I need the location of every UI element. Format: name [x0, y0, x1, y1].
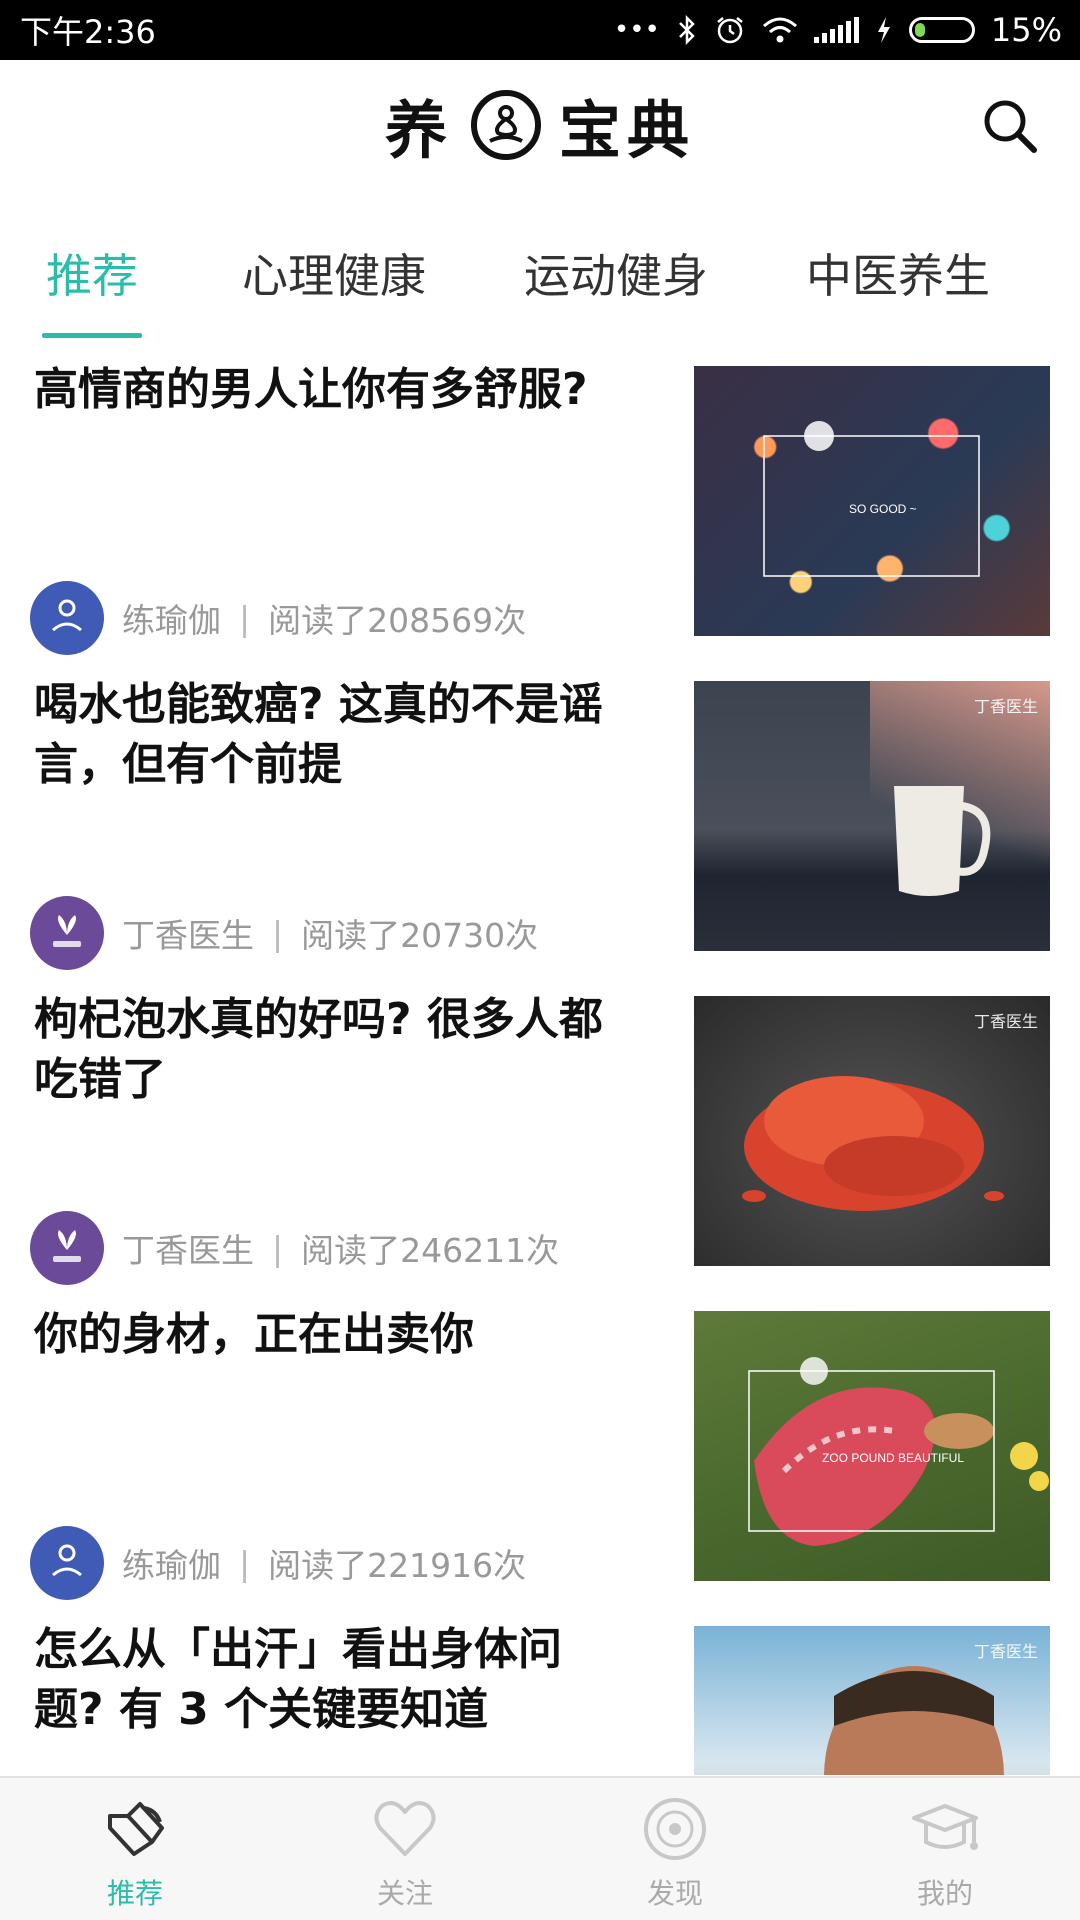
article-card[interactable]: 怎么从「出汗」看出身体问题? 有 3 个关键要知道 丁香医生: [0, 1610, 1080, 1775]
read-count: 阅读了246211次: [301, 1231, 560, 1270]
tab-fitness[interactable]: 运动健身: [524, 240, 708, 306]
avatar[interactable]: [30, 1526, 104, 1600]
logo-text-right: 宝典: [559, 94, 696, 167]
logo-meditation-icon: [471, 90, 541, 160]
status-time: 下午2:36: [20, 13, 156, 51]
yoga-logo-icon: [52, 599, 82, 632]
article-meta: 丁香医生 | 阅读了20730次: [30, 895, 538, 971]
avatar[interactable]: [30, 896, 104, 970]
search-button[interactable]: [980, 96, 1040, 156]
bluetooth-icon: [678, 15, 695, 45]
article-meta: 丁香医生 | 阅读了246211次: [30, 1210, 559, 1286]
read-count: 阅读了221916次: [268, 1546, 527, 1585]
read-count: 阅读了20730次: [301, 916, 539, 955]
article-meta: 练瑜伽 | 阅读了221916次: [30, 1525, 526, 1601]
logo-text-left: 养: [384, 94, 453, 167]
article-card[interactable]: 你的身材，正在出卖你 ZOO POUND BEAUTIFUL 练瑜伽 | 阅读了…: [0, 1295, 1080, 1610]
article-card[interactable]: 枸杞泡水真的好吗? 很多人都吃错了 丁香医生 丁香医生 | 阅读了246211次: [0, 980, 1080, 1295]
article-title[interactable]: 怎么从「出汗」看出身体问题? 有 3 个关键要知道: [34, 1620, 624, 1740]
battery-icon: [908, 17, 975, 43]
nav-label: 关注: [376, 1877, 433, 1910]
article-thumbnail[interactable]: 丁香医生: [694, 1626, 1050, 1775]
nav-recommend[interactable]: 推荐: [0, 1778, 270, 1920]
search-icon: [984, 100, 1037, 153]
article-card[interactable]: 喝水也能致癌? 这真的不是谣言，但有个前提 丁香医生 丁香医生 | 阅读了207…: [0, 665, 1080, 980]
read-count: 阅读了208569次: [268, 601, 527, 640]
more-dots-icon: •••: [613, 15, 660, 45]
category-tabs: 推荐 心理健康 运动健身 中医养生: [0, 220, 1080, 340]
tab-tcm-wellness[interactable]: 中医养生: [806, 240, 990, 306]
source-name: 练瑜伽: [122, 601, 221, 640]
source-name: 丁香医生: [122, 1231, 254, 1270]
active-tab-indicator: [42, 333, 142, 338]
yoga-logo-icon: [52, 1544, 82, 1577]
article-thumbnail[interactable]: SO GOOD ~: [694, 366, 1050, 636]
article-thumbnail[interactable]: ZOO POUND BEAUTIFUL: [694, 1311, 1050, 1581]
clove-logo-icon: [53, 915, 81, 947]
source-name: 练瑜伽: [122, 1546, 221, 1585]
meta-separator: |: [272, 1228, 284, 1268]
alarm-icon: [717, 17, 743, 44]
article-feed[interactable]: 高情商的男人让你有多舒服? SO GOOD ~ 练瑜伽 | 阅读了208569次…: [0, 350, 1080, 1775]
graduation-cap-icon: [912, 1804, 978, 1850]
article-meta: 练瑜伽 | 阅读了208569次: [30, 580, 526, 656]
tab-mental-health[interactable]: 心理健康: [242, 240, 426, 306]
app-header: 养 宝典: [0, 60, 1080, 190]
avatar[interactable]: [30, 1211, 104, 1285]
tab-recommend[interactable]: 推荐: [46, 240, 138, 306]
article-title[interactable]: 喝水也能致癌? 这真的不是谣言，但有个前提: [34, 675, 624, 795]
nav-profile[interactable]: 我的: [810, 1778, 1080, 1920]
article-title[interactable]: 你的身材，正在出卖你: [34, 1305, 624, 1365]
wifi-icon: [762, 17, 797, 43]
battery-percent: 15%: [990, 11, 1062, 49]
meta-separator: |: [272, 913, 284, 953]
heart-icon: [374, 1801, 436, 1856]
source-name: 丁香医生: [122, 916, 254, 955]
watermark-label: 丁香医生: [973, 1644, 1038, 1661]
charging-icon: [877, 17, 890, 43]
speaker-icon: [108, 1802, 164, 1856]
watermark-label: 丁香医生: [973, 1014, 1038, 1031]
article-title[interactable]: 枸杞泡水真的好吗? 很多人都吃错了: [34, 990, 624, 1110]
nav-label: 推荐: [106, 1877, 163, 1910]
article-title[interactable]: 高情商的男人让你有多舒服?: [34, 360, 624, 420]
nav-follow[interactable]: 关注: [270, 1778, 540, 1920]
nav-discover[interactable]: 发现: [540, 1778, 810, 1920]
status-bar: 下午2:36 ••• 15%: [0, 0, 1080, 60]
status-icons: ••• 15%: [614, 11, 1062, 49]
bottom-navigation: 推荐 关注 发现 我的: [0, 1776, 1080, 1920]
app-logo: 养 宝典: [385, 80, 695, 170]
article-card[interactable]: 高情商的男人让你有多舒服? SO GOOD ~ 练瑜伽 | 阅读了208569次: [0, 350, 1080, 665]
watermark-label: 丁香医生: [973, 699, 1038, 716]
disc-icon: [644, 1798, 706, 1860]
clove-logo-icon: [53, 1230, 81, 1262]
nav-label: 发现: [646, 1877, 703, 1910]
nav-label: 我的: [916, 1877, 973, 1910]
avatar[interactable]: [30, 581, 104, 655]
thumbnail-caption: ZOO POUND BEAUTIFUL: [822, 1451, 965, 1465]
article-thumbnail[interactable]: 丁香医生: [694, 681, 1050, 951]
thumbnail-caption: SO GOOD ~: [849, 502, 917, 516]
signal-icon: [813, 17, 859, 43]
meta-separator: |: [239, 598, 251, 638]
meta-separator: |: [239, 1543, 251, 1583]
article-thumbnail[interactable]: 丁香医生: [694, 996, 1050, 1266]
